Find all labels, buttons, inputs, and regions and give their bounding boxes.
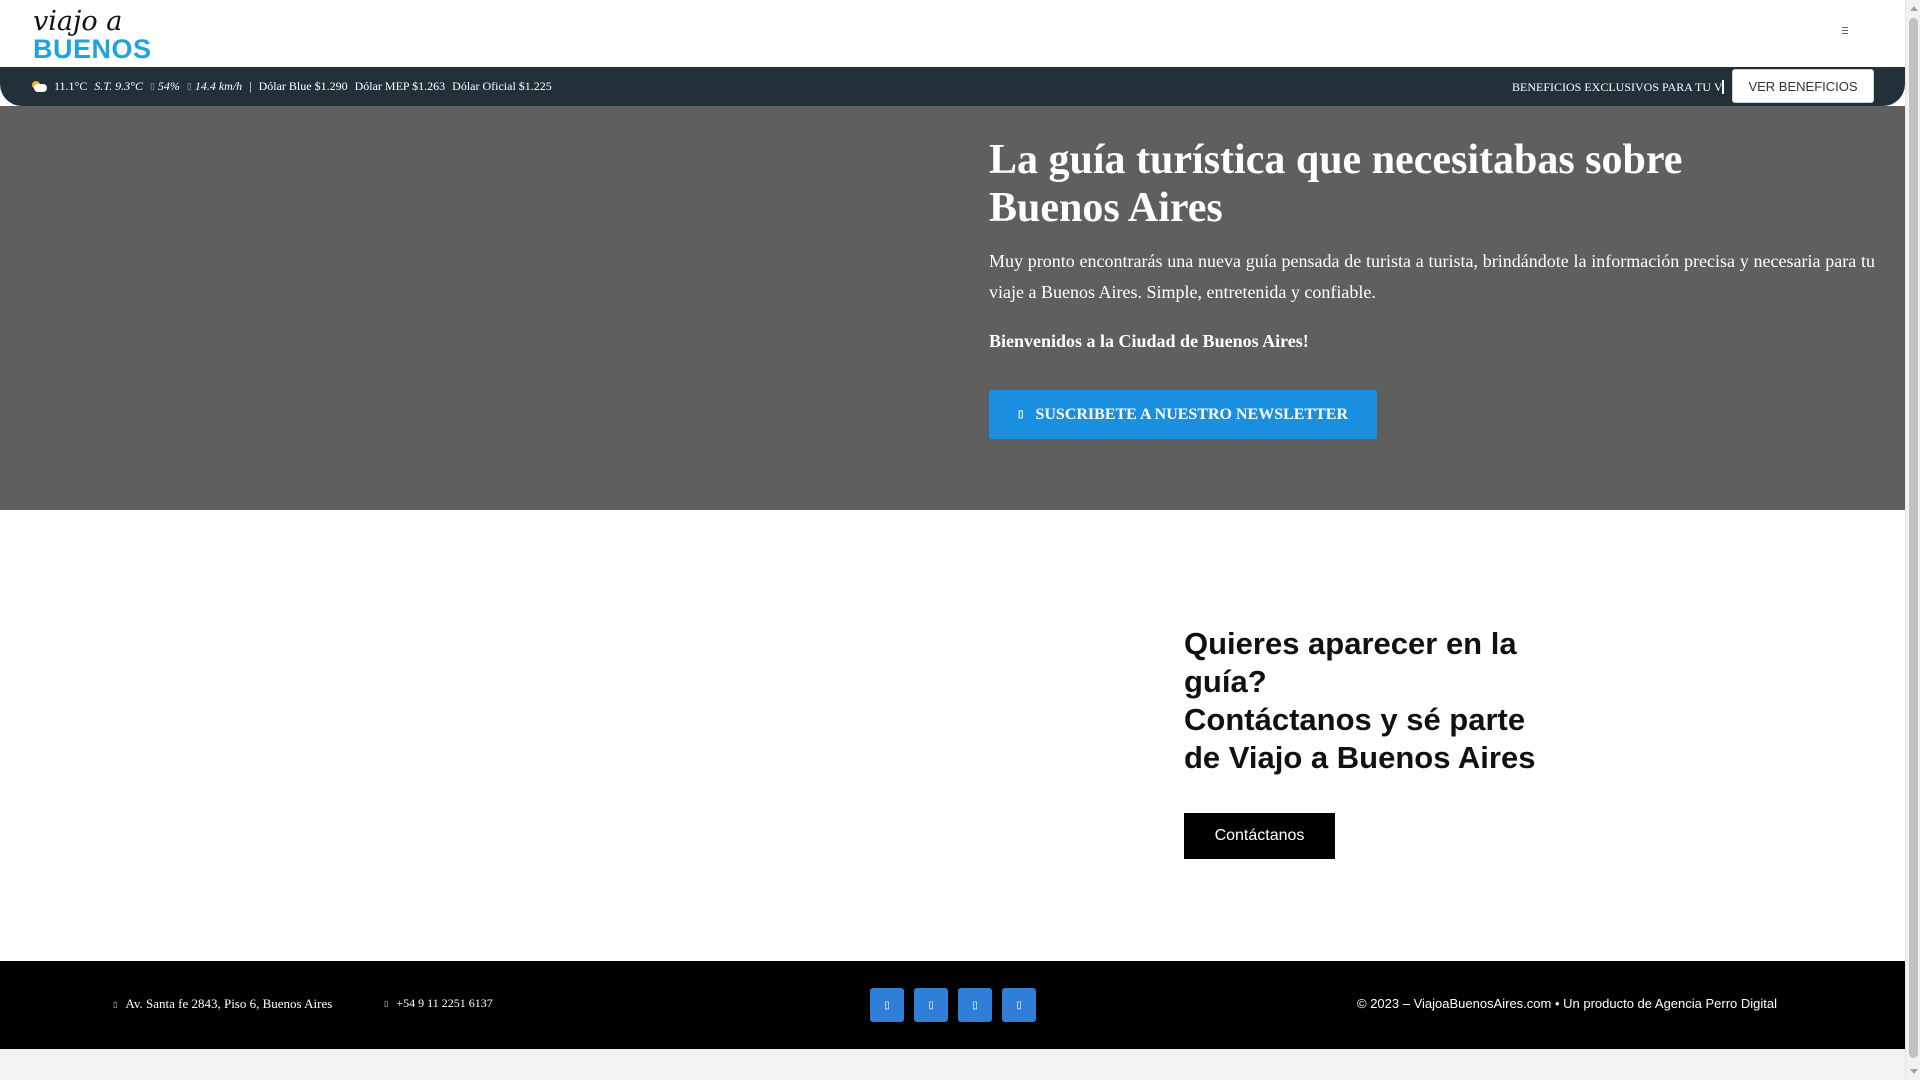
hero-section: La guía turística que necesitabas sobre … xyxy=(0,106,1905,510)
page-bottom xyxy=(0,1049,1905,1080)
wind-icon: ▯ xyxy=(186,81,192,91)
top-info-bar: 11.1°C S.T. 9.3°C ▯ 54% ▯ 14.4 km/h | Dó… xyxy=(0,67,1905,106)
site-logo[interactable]: viajo a BUENOS AIRES xyxy=(33,6,233,95)
envelope-icon: ▯ xyxy=(1017,409,1024,420)
instagram-icon[interactable]: ▯ xyxy=(914,988,948,1022)
contact-heading-line2: Contáctanos y sé parte de Viajo a Buenos… xyxy=(1184,702,1536,775)
social-links: ▯ ▯ ▯ ▯ xyxy=(870,988,1036,1022)
footer-address: ▯ Av. Santa fe 2843, Piso 6, Buenos Aire… xyxy=(113,996,332,1012)
separator: | xyxy=(249,79,252,93)
contactanos-button[interactable]: Contáctanos xyxy=(1184,813,1335,859)
phone-icon: ▯ xyxy=(384,999,389,1008)
weather-widget: 11.1°C S.T. 9.3°C ▯ 54% ▯ 14.4 km/h | Dó… xyxy=(30,79,552,94)
twitter-icon[interactable]: ▯ xyxy=(958,988,992,1022)
contact-heading: Quieres aparecer en la guía? Contáctanos… xyxy=(1184,625,1554,777)
hero-welcome: Bienvenidos a la Ciudad de Buenos Aires! xyxy=(989,331,1309,351)
scroll-up-arrow-icon[interactable] xyxy=(1910,6,1918,11)
humidity-icon: ▯ xyxy=(149,81,155,91)
site-footer: ▯ Av. Santa fe 2843, Piso 6, Buenos Aire… xyxy=(0,961,1905,1049)
hero-title: La guía turística que necesitabas sobre … xyxy=(989,137,1683,231)
vertical-scrollbar[interactable] xyxy=(1905,0,1920,1080)
ver-beneficios-button[interactable]: VER BENEFICIOS xyxy=(1732,69,1874,103)
hamburger-icon[interactable] xyxy=(1842,25,1852,35)
logo-script-text: viajo a xyxy=(33,6,123,37)
dolar-mep: Dólar MEP $1.263 xyxy=(354,79,446,93)
dolar-oficial: Dólar Oficial $1.225 xyxy=(452,79,552,93)
hero-description: Muy pronto encontrarás una nueva guía pe… xyxy=(989,251,1875,302)
youtube-icon[interactable]: ▯ xyxy=(1002,988,1036,1022)
feels-like: S.T. 9.3°C xyxy=(94,79,143,93)
footer-phone[interactable]: ▯ +54 9 11 2251 6137 xyxy=(384,996,493,1011)
newsletter-button[interactable]: ▯ SUSCRIBETE A NUESTRO NEWSLETTER xyxy=(989,390,1377,439)
scroll-down-arrow-icon[interactable] xyxy=(1910,1069,1918,1074)
benefits-ticker: BENEFICIOS EXCLUSIVOS PARA TU VIAJE xyxy=(1512,80,1724,94)
page: viajo a BUENOS AIRES 11.1°C S.T. 9.3°C ▯… xyxy=(0,0,1905,1080)
newsletter-button-label: SUSCRIBETE A NUESTRO NEWSLETTER xyxy=(1035,405,1349,423)
footer-address-text: Av. Santa fe 2843, Piso 6, Buenos Aires xyxy=(125,996,333,1011)
contact-heading-line1: Quieres aparecer en la guía? xyxy=(1184,626,1517,699)
site-header: viajo a BUENOS AIRES xyxy=(0,0,1905,95)
footer-copyright: © 2023 – ViajoaBuenosAires.com • Un prod… xyxy=(1357,996,1778,1011)
partly-cloudy-icon xyxy=(30,80,48,93)
scrollbar-thumb[interactable] xyxy=(1909,18,1918,1058)
facebook-icon[interactable]: ▯ xyxy=(870,988,904,1022)
humidity: 54% xyxy=(157,79,180,93)
temperature: 11.1°C xyxy=(54,79,88,93)
contact-section: Quieres aparecer en la guía? Contáctanos… xyxy=(0,510,1905,960)
wind-speed: 14.4 km/h xyxy=(194,79,243,93)
dolar-blue: Dólar Blue $1.290 xyxy=(258,79,348,93)
footer-phone-text: +54 9 11 2251 6137 xyxy=(396,996,493,1010)
map-marker-icon: ▯ xyxy=(113,999,118,1009)
